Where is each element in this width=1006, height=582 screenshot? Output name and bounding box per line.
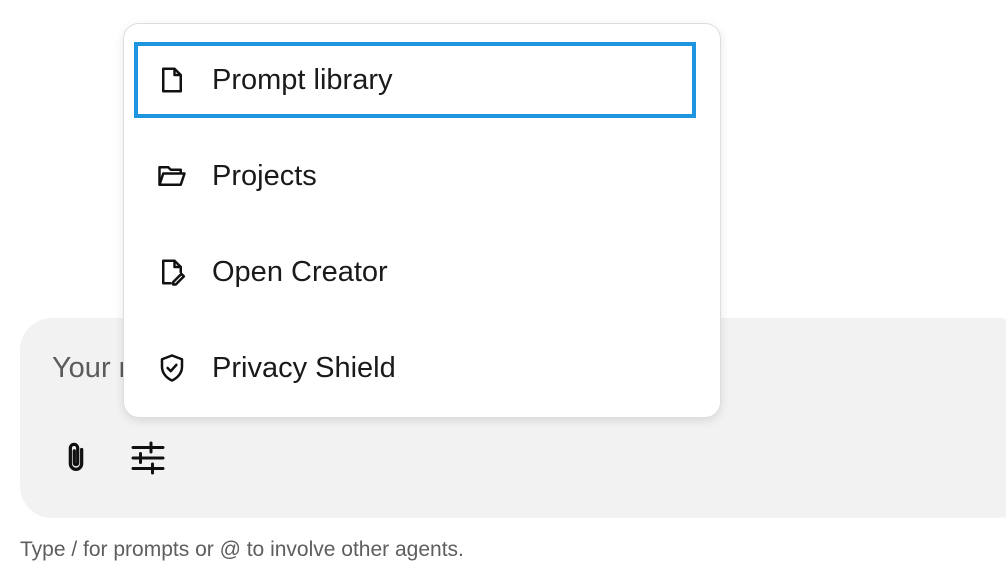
menu-item-label: Projects bbox=[212, 159, 317, 192]
sliders-icon bbox=[131, 441, 165, 475]
chat-page: Type / for prompts or @ to involve other… bbox=[0, 0, 1006, 582]
plus-menu: Prompt library Projects Open Creator Pri… bbox=[123, 23, 721, 418]
tools-button[interactable] bbox=[126, 436, 170, 480]
attach-button[interactable] bbox=[54, 436, 98, 480]
menu-item-label: Open Creator bbox=[212, 255, 388, 288]
menu-item-label: Prompt library bbox=[212, 63, 393, 96]
folder-open-icon bbox=[156, 160, 188, 192]
shield-check-icon bbox=[156, 352, 188, 384]
composer-hint: Type / for prompts or @ to involve other… bbox=[20, 538, 464, 561]
menu-item-prompt-library[interactable]: Prompt library bbox=[134, 42, 696, 118]
document-icon bbox=[156, 64, 188, 96]
paperclip-icon bbox=[68, 442, 84, 471]
file-edit-icon bbox=[156, 256, 188, 288]
menu-item-label: Privacy Shield bbox=[212, 351, 396, 384]
menu-item-open-creator[interactable]: Open Creator bbox=[134, 234, 696, 310]
menu-item-projects[interactable]: Projects bbox=[134, 138, 696, 214]
menu-item-privacy-shield[interactable]: Privacy Shield bbox=[134, 330, 696, 406]
